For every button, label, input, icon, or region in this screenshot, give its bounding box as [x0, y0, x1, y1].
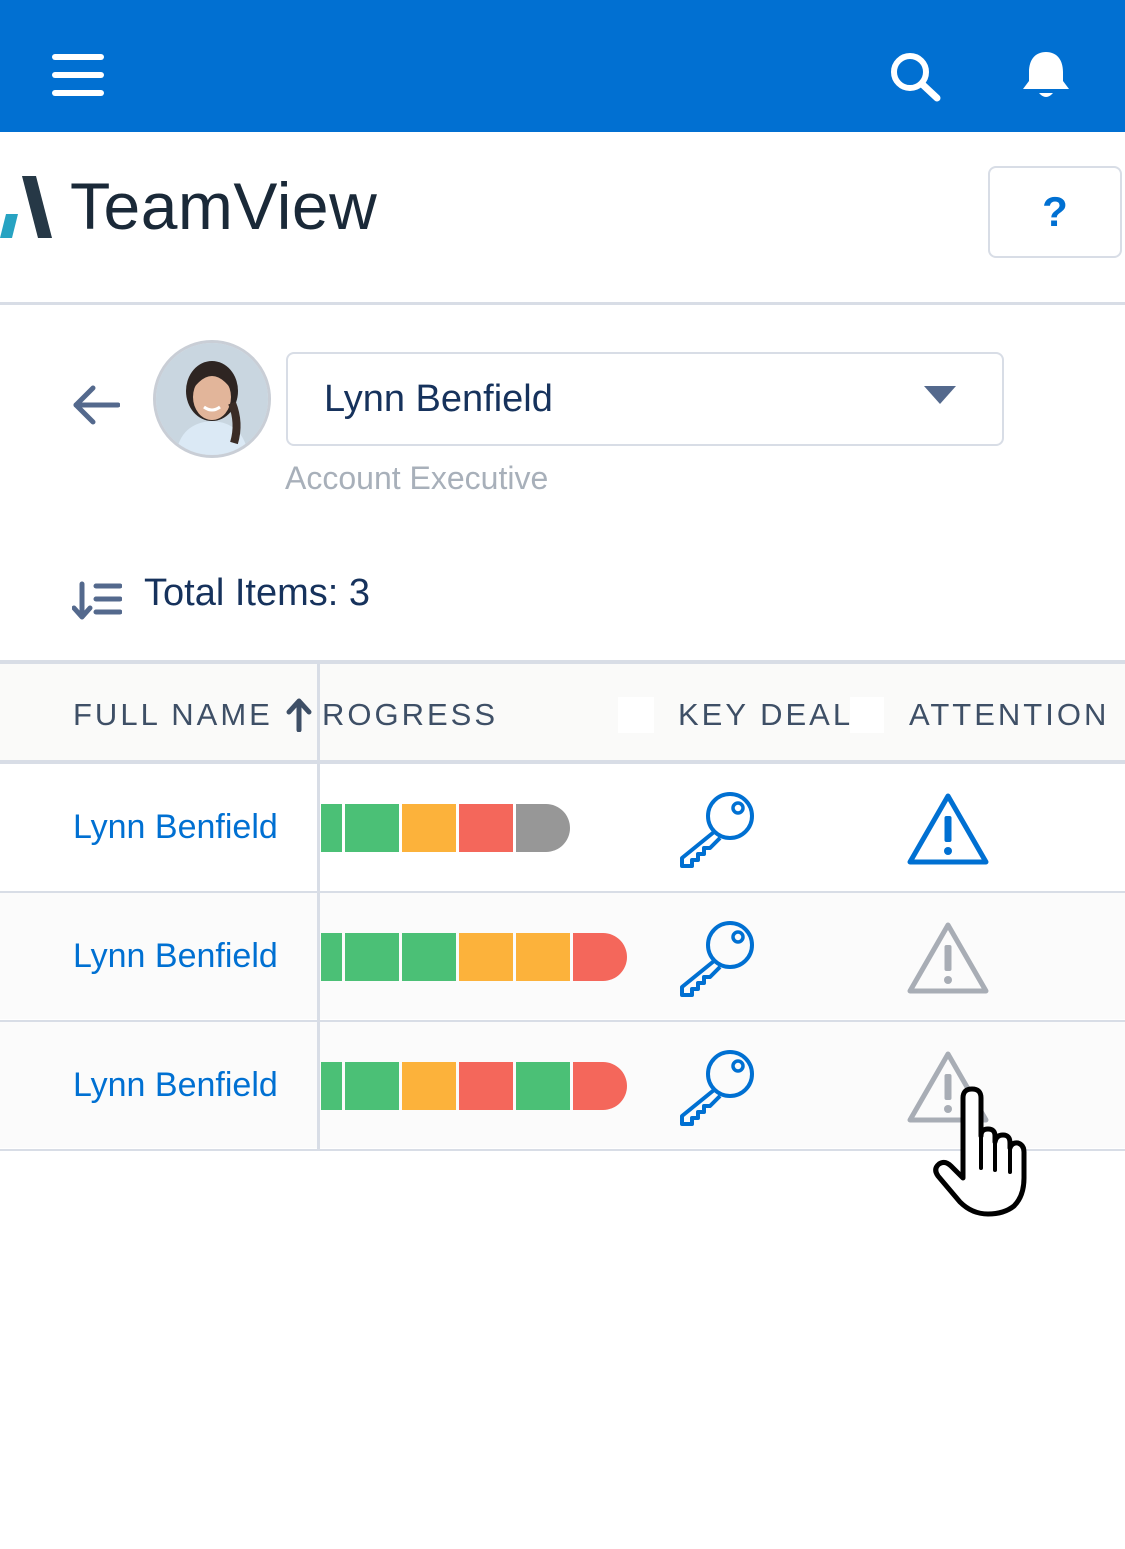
progress-segment [516, 1062, 570, 1110]
progress-segment [321, 804, 342, 852]
user-role: Account Executive [285, 460, 549, 496]
header-divider [0, 302, 1125, 305]
progress-segment [321, 933, 342, 981]
column-spacer [850, 697, 884, 733]
progress-segment [321, 1062, 342, 1110]
column-header-key-deal[interactable]: KEY DEAL [678, 697, 853, 733]
sort-list-icon[interactable] [72, 580, 122, 622]
progress-segment [345, 1062, 399, 1110]
search-icon[interactable] [888, 50, 942, 102]
sort-ascending-icon[interactable] [286, 698, 312, 732]
user-avatar [153, 340, 271, 458]
column-header-full-name[interactable]: FULL NAME [73, 697, 273, 733]
key-icon[interactable] [676, 1046, 758, 1128]
progress-segment [402, 804, 456, 852]
key-icon[interactable] [676, 788, 758, 870]
back-arrow-icon[interactable] [72, 384, 120, 426]
progress-segment [516, 933, 570, 981]
progress-segment [573, 933, 627, 981]
app-logo-icon [0, 176, 52, 238]
avatar-photo [156, 343, 268, 455]
progress-segment [402, 933, 456, 981]
top-bar [0, 0, 1125, 132]
row-divider [0, 891, 1125, 893]
help-button[interactable]: ? [988, 166, 1122, 258]
progress-segment [573, 1062, 627, 1110]
progress-segment [459, 933, 513, 981]
user-select-value: Lynn Benfield [324, 378, 553, 420]
key-icon[interactable] [676, 917, 758, 999]
warning-icon[interactable] [906, 921, 990, 995]
user-select[interactable]: Lynn Benfield [286, 352, 1004, 446]
progress-segment [459, 1062, 513, 1110]
warning-icon[interactable] [906, 792, 990, 866]
menu-icon[interactable] [52, 54, 104, 96]
progress-segment [402, 1062, 456, 1110]
row-name-link[interactable]: Lynn Benfield [73, 808, 278, 847]
column-divider [317, 664, 320, 1151]
row-divider [0, 1020, 1125, 1022]
chevron-down-icon [924, 386, 956, 404]
column-header-attention[interactable]: ATTENTION [909, 697, 1109, 733]
row-name-link[interactable]: Lynn Benfield [73, 937, 278, 976]
column-spacer [618, 697, 654, 733]
column-header-progress[interactable]: ROGRESS [322, 697, 498, 733]
app-title: TeamView [70, 169, 378, 243]
hand-cursor-icon [933, 1086, 1027, 1217]
progress-segment [345, 804, 399, 852]
progress-segment [516, 804, 570, 852]
bell-icon[interactable] [1019, 48, 1073, 102]
row-name-link[interactable]: Lynn Benfield [73, 1066, 278, 1105]
progress-segment [345, 933, 399, 981]
total-items: Total Items: 3 [144, 572, 370, 614]
progress-segment [459, 804, 513, 852]
